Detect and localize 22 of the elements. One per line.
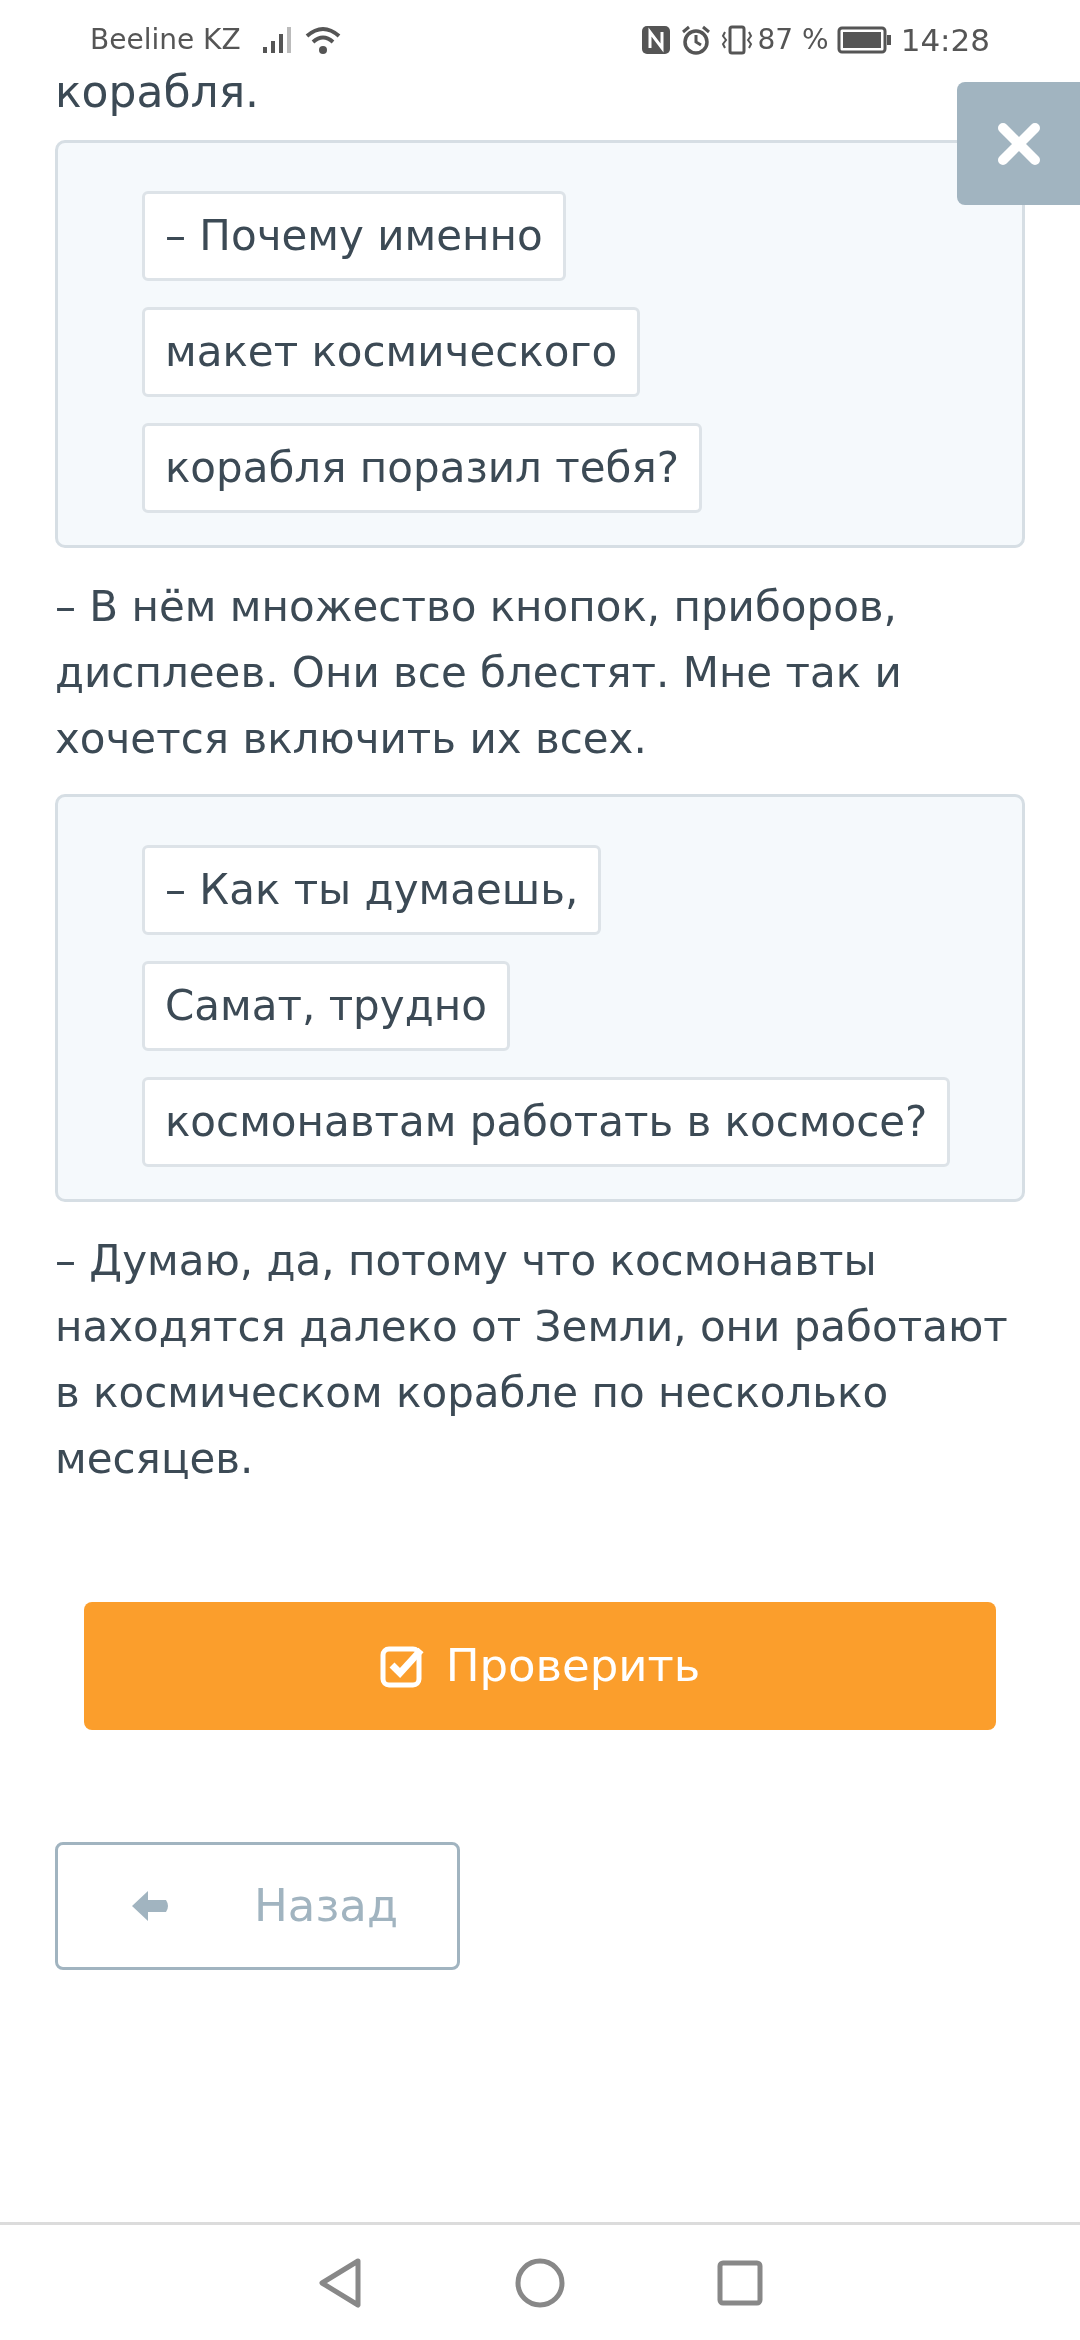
back-nav-icon[interactable] xyxy=(316,2256,364,2309)
alarm-icon xyxy=(679,24,712,56)
checkbox-icon xyxy=(379,1644,426,1688)
paragraph-text: – В нём множество кнопок, приборов, дисплеев. Они все блестят. Мне так и хочется включить их всех. xyxy=(55,581,903,765)
home-nav-icon[interactable] xyxy=(514,2256,566,2309)
battery-icon xyxy=(836,26,893,54)
vibrate-icon xyxy=(719,24,754,56)
close-button[interactable] xyxy=(957,82,1080,205)
word-chip[interactable]: космонавтам работать в космосе? xyxy=(142,1077,951,1167)
battery-percent: 87 % xyxy=(757,22,829,58)
word-chip[interactable]: корабля поразил тебя? xyxy=(142,423,702,513)
close-icon xyxy=(995,120,1042,167)
word-chip[interactable]: макет космического xyxy=(142,307,641,397)
word-chip[interactable]: Самат, трудно xyxy=(142,961,510,1051)
word-chip[interactable]: – Почему именно xyxy=(142,191,566,281)
recents-nav-icon[interactable] xyxy=(716,2258,764,2307)
word-chip[interactable]: – Как ты думаешь, xyxy=(142,845,602,935)
clock-time: 14:28 xyxy=(900,20,990,60)
paragraph-text: – Думаю, да, потому что космонавты находятся далеко от Земли, они работают в космическом корабле по несколько месяцев. xyxy=(55,1235,1009,1485)
paragraph-text: корабля. xyxy=(55,66,261,118)
carrier-name: Beeline KZ xyxy=(90,22,241,58)
nfc-icon xyxy=(639,24,672,56)
